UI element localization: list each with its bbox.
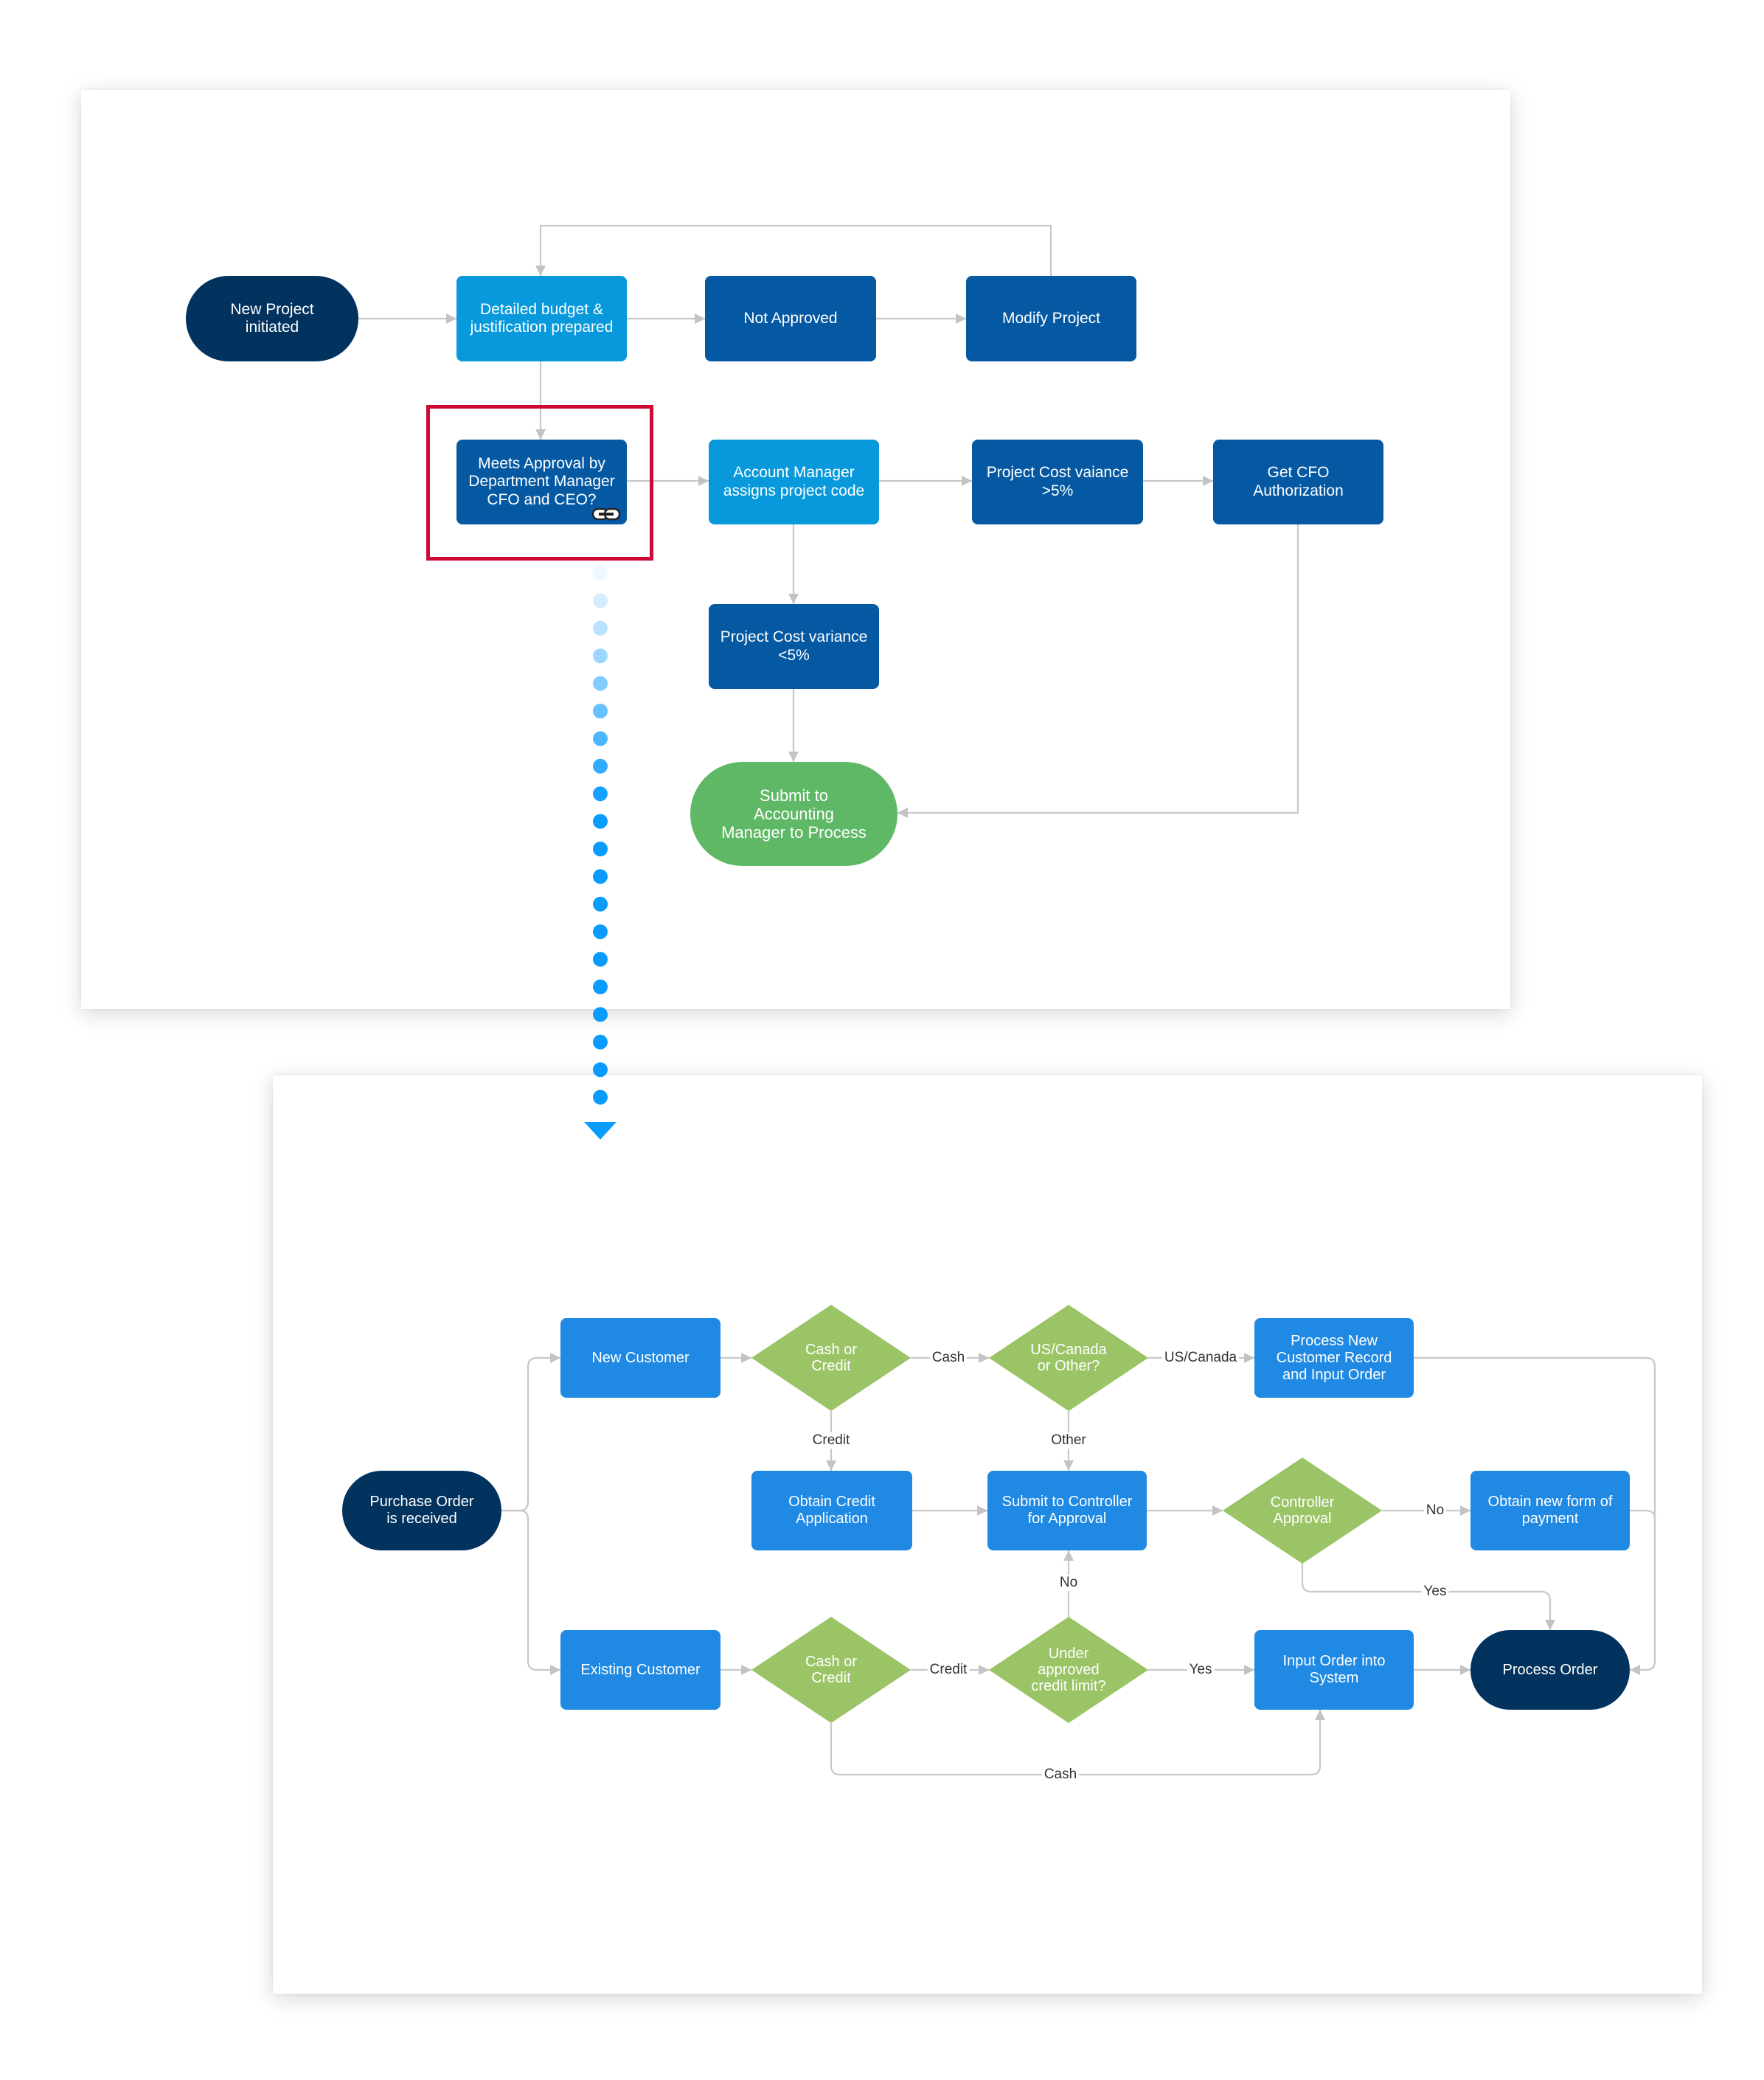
dotted-link-dot	[593, 814, 608, 829]
node-purchase-order[interactable]: Purchase Order is received	[342, 1471, 501, 1550]
dotted-link-dot	[593, 951, 608, 967]
node-cost-variance-gt5[interactable]: Project Cost vaiance >5%	[972, 440, 1143, 524]
decision-cash-or-credit-existing-label[interactable]: Cash or Credit	[781, 1648, 881, 1692]
decision-cash-or-credit-new-label[interactable]: Cash or Credit	[781, 1336, 881, 1380]
dotted-link-dot	[593, 676, 608, 691]
chain-link-icon[interactable]	[591, 507, 621, 521]
dotted-link-dot	[593, 758, 608, 774]
node-new-customer[interactable]: New Customer	[560, 1318, 720, 1398]
edge-po-to-new-customer	[501, 1353, 560, 1512]
node-meets-approval-label: Meets Approval by Department Manager CFO…	[468, 455, 615, 508]
dotted-link-dot	[593, 786, 608, 802]
edge-label-no-credit-limit: No	[1057, 1575, 1080, 1591]
dotted-link-dot	[593, 1007, 608, 1022]
edge-cash-to-input-order	[830, 1710, 1325, 1776]
edge-label-cash: Cash	[929, 1350, 968, 1366]
edge-label-yes-credit-limit: Yes	[1187, 1662, 1215, 1678]
node-new-project[interactable]: New Project initiated	[186, 276, 358, 361]
node-existing-customer[interactable]: Existing Customer	[560, 1630, 720, 1710]
dotted-link-dot	[593, 704, 608, 718]
edge-po-to-existing-customer	[501, 1509, 560, 1675]
edge-cfo-to-submit	[897, 524, 1299, 818]
dotted-link-dot	[593, 593, 608, 609]
dotted-link-dot	[593, 842, 608, 856]
edge-modify-loop-to-budget	[535, 224, 1052, 276]
dotted-link-dot	[593, 648, 608, 664]
node-input-order[interactable]: Input Order into System	[1254, 1630, 1414, 1710]
node-obtain-credit-application[interactable]: Obtain Credit Application	[751, 1471, 912, 1550]
edge-label-no-controller: No	[1423, 1502, 1447, 1519]
dotted-link-dot	[593, 1034, 608, 1050]
node-submit-accounting[interactable]: Submit to Accounting Manager to Process	[690, 762, 897, 866]
dotted-link-connector	[593, 566, 608, 1105]
edge-label-credit: Credit	[810, 1432, 853, 1449]
decision-under-credit-limit-label[interactable]: Under approved credit limit?	[1018, 1644, 1119, 1696]
decision-controller-approval-label[interactable]: Controller Approval	[1252, 1488, 1352, 1533]
node-detailed-budget[interactable]: Detailed budget & justification prepared	[456, 276, 627, 361]
dotted-link-dot	[593, 1089, 608, 1105]
edge-label-credit-existing: Credit	[927, 1662, 970, 1678]
node-not-approved[interactable]: Not Approved	[705, 276, 876, 361]
dotted-link-dot	[593, 620, 608, 636]
dotted-link-arrowhead	[584, 1122, 617, 1140]
dotted-link-dot	[593, 869, 608, 884]
node-cfo-authorization[interactable]: Get CFO Authorization	[1213, 440, 1383, 524]
edge-label-other: Other	[1049, 1432, 1088, 1449]
edge-new-payment-to-process-order	[1630, 1509, 1656, 1520]
node-meets-approval[interactable]: Meets Approval by Department Manager CFO…	[456, 440, 627, 524]
decision-us-canada-label[interactable]: US/Canada or Other?	[1018, 1336, 1119, 1380]
edge-label-yes-controller: Yes	[1421, 1584, 1449, 1600]
dotted-link-dot	[593, 924, 608, 940]
node-obtain-new-payment[interactable]: Obtain new form of payment	[1470, 1471, 1630, 1550]
node-process-new-customer[interactable]: Process New Customer Record and Input Or…	[1254, 1318, 1414, 1398]
node-submit-controller[interactable]: Submit to Controller for Approval	[987, 1471, 1147, 1550]
dotted-link-dot	[593, 731, 608, 746]
dotted-link-dot	[593, 896, 608, 912]
node-process-order[interactable]: Process Order	[1470, 1630, 1630, 1710]
dotted-link-dot	[593, 980, 608, 994]
node-cost-variance-lt5[interactable]: Project Cost variance <5%	[709, 604, 879, 689]
edge-label-cash-existing: Cash	[1041, 1767, 1080, 1783]
dotted-link-dot	[593, 1062, 608, 1078]
node-account-manager[interactable]: Account Manager assigns project code	[709, 440, 879, 524]
edge-label-us-canada: US/Canada	[1161, 1350, 1240, 1366]
node-modify-project[interactable]: Modify Project	[966, 276, 1136, 361]
dotted-link-dot	[593, 566, 608, 580]
